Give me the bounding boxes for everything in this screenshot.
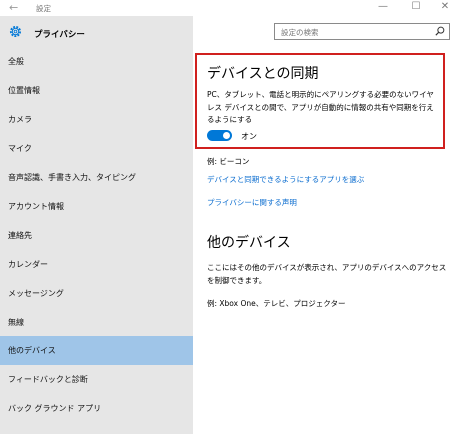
sidebar-item-label: バック グラウンド アプリ (8, 404, 102, 413)
sidebar-item-messaging[interactable]: メッセージング (0, 279, 193, 308)
sidebar-item-label: 位置情報 (8, 86, 40, 95)
sync-toggle-label: オン (241, 132, 257, 141)
other-devices-example: 例: Xbox One、テレビ、プロジェクター (207, 299, 346, 308)
sidebar-item-account-info[interactable]: アカウント情報 (0, 192, 193, 221)
maximize-icon[interactable]: ☐ (409, 1, 423, 12)
sidebar-item-location[interactable]: 位置情報 (0, 76, 193, 105)
sidebar-item-feedback[interactable]: フィードバックと診断 (0, 365, 193, 394)
sidebar-item-calendar[interactable]: カレンダー (0, 250, 193, 279)
toggle-knob (223, 132, 230, 139)
sidebar-item-background-apps[interactable]: バック グラウンド アプリ (0, 394, 193, 423)
sync-description: PC、タブレット、電話と明示的にペアリングする必要のないワイヤレス デバイスとの… (207, 90, 434, 124)
sync-heading: デバイスとの同期 (207, 66, 319, 82)
privacy-statement-link[interactable]: プライバシーに関する声明 (207, 197, 297, 208)
sync-example: 例: ビーコン (207, 157, 250, 166)
other-devices-heading: 他のデバイス (207, 235, 291, 251)
sidebar-item-label: メッセージング (8, 289, 64, 298)
sidebar-item-label: アカウント情報 (8, 202, 64, 211)
sidebar-item-label: カメラ (8, 115, 32, 124)
sidebar-item-label: マイク (8, 144, 32, 153)
sidebar-item-label: 他のデバイス (8, 346, 56, 355)
choose-apps-link[interactable]: デバイスと同期できるようにするアプリを選ぶ (207, 174, 364, 185)
sidebar-item-label: フィードバックと診断 (8, 375, 88, 384)
sidebar-item-camera[interactable]: カメラ (0, 105, 193, 134)
gear-icon (9, 25, 22, 38)
sidebar-item-label: 連絡先 (8, 231, 32, 240)
sidebar-item-label: 全般 (8, 57, 24, 66)
close-icon[interactable]: ✕ (438, 1, 452, 12)
sidebar-item-other-devices[interactable]: 他のデバイス (0, 336, 193, 365)
title-bar: ← 設定 — ☐ ✕ (0, 0, 457, 16)
sidebar-item-label: カレンダー (8, 260, 48, 269)
sidebar-title: プライバシー (34, 30, 85, 40)
search-icon[interactable] (435, 26, 445, 36)
sidebar-item-label: 音声認識、手書き入力、タイピング (8, 173, 136, 182)
minimize-icon[interactable]: — (376, 1, 390, 12)
other-devices-description: ここにはその他のデバイスが表示され、アプリのデバイスへのアクセスを制御できます。 (207, 263, 447, 285)
window-title: 設定 (36, 4, 51, 13)
sidebar-item-label: 無線 (8, 318, 24, 327)
back-arrow-icon[interactable]: ← (9, 1, 18, 14)
sidebar-item-microphone[interactable]: マイク (0, 134, 193, 163)
search-placeholder: 設定の検索 (281, 28, 319, 37)
sidebar-item-contacts[interactable]: 連絡先 (0, 221, 193, 250)
sidebar-item-general[interactable]: 全般 (0, 47, 193, 76)
sidebar-header: プライバシー (0, 16, 193, 48)
sidebar: プライバシー 全般 位置情報 カメラ マイク 音声認識、手書き入力、タイピング … (0, 16, 193, 434)
sidebar-item-speech[interactable]: 音声認識、手書き入力、タイピング (0, 163, 193, 192)
search-input[interactable]: 設定の検索 (274, 23, 450, 40)
sync-toggle[interactable] (207, 130, 232, 141)
sidebar-item-radios[interactable]: 無線 (0, 308, 193, 337)
